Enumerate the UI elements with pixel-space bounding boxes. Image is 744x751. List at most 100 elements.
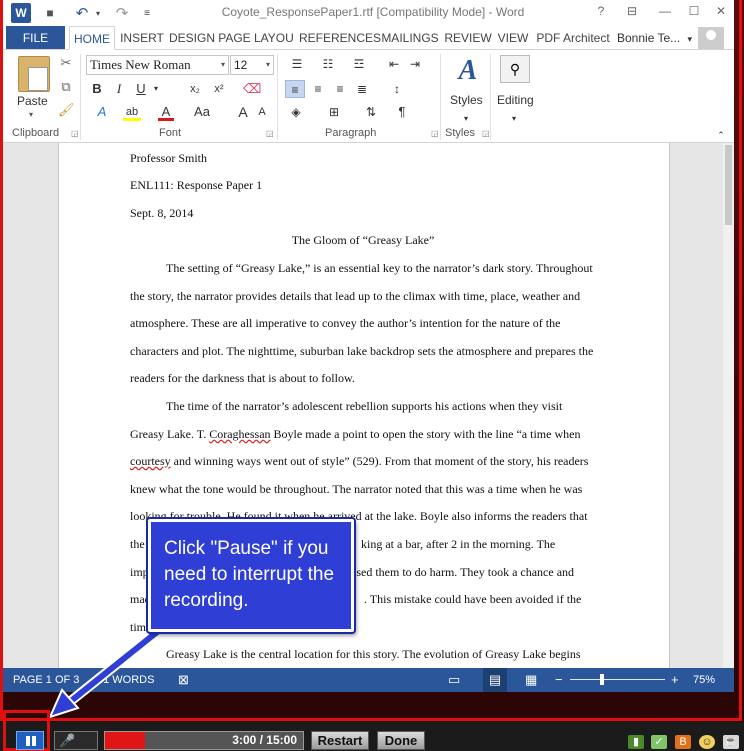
increase-indent-icon[interactable]: ⇥ — [407, 55, 423, 73]
line-spacing-icon[interactable]: ↕ — [386, 80, 408, 98]
font-size-value: 12 — [234, 58, 248, 72]
microphone-icon: 🎤 — [59, 733, 76, 748]
read-mode-icon[interactable]: ▭ — [448, 668, 460, 692]
font-size-combo[interactable]: 12 ▾ — [230, 55, 274, 75]
collapse-ribbon-icon[interactable]: ⌃ — [715, 126, 727, 144]
avatar[interactable] — [698, 27, 724, 49]
print-layout-icon[interactable]: ▤ — [483, 668, 507, 692]
styles-icon[interactable]: A — [453, 56, 483, 86]
tab-insert[interactable]: INSERT — [118, 26, 166, 50]
tray-app-icon[interactable]: ▮ — [628, 735, 644, 749]
underline-dropdown-icon[interactable]: ▾ — [151, 80, 161, 98]
copy-icon[interactable]: ⧉ — [58, 79, 74, 95]
superscript-button[interactable]: x² — [209, 80, 229, 98]
doc-line: Greasy Lake. T. Coraghessan Boyle made a… — [130, 427, 580, 442]
bullets-icon[interactable]: ☰ — [286, 55, 308, 73]
doc-line: tim — [130, 620, 147, 634]
multilevel-list-icon[interactable]: ☲ — [348, 55, 370, 73]
customize-qat-icon[interactable]: ≡ — [141, 3, 153, 23]
misspelled-word[interactable]: courtesy — [130, 454, 171, 468]
clipboard-launcher-icon[interactable]: ◲ — [71, 129, 79, 138]
scrollbar-thumb[interactable] — [725, 145, 732, 225]
paragraph-launcher-icon[interactable]: ◲ — [431, 129, 439, 138]
word-count[interactable]: 41 WORDS — [97, 668, 154, 692]
font-launcher-icon[interactable]: ◲ — [266, 129, 274, 138]
recording-time: 3:00 / 15:00 — [232, 733, 297, 747]
misspelled-word[interactable]: Coraghessan — [209, 427, 270, 441]
show-formatting-button[interactable]: ¶ — [394, 103, 410, 121]
vertical-scrollbar[interactable] — [723, 143, 734, 668]
done-button[interactable]: Done — [377, 731, 425, 750]
minimize-button[interactable]: — — [654, 4, 676, 22]
zoom-out-button[interactable]: − — [555, 668, 563, 692]
tab-home[interactable]: HOME — [69, 26, 115, 50]
editing-button[interactable]: Editing — [497, 93, 534, 107]
zoom-in-button[interactable]: + — [671, 668, 679, 692]
zoom-slider[interactable] — [570, 679, 665, 680]
italic-button[interactable]: I — [112, 80, 126, 98]
proofing-icon[interactable]: ⊠ — [178, 668, 189, 692]
styles-launcher-icon[interactable]: ◲ — [482, 129, 490, 138]
justify-icon[interactable]: ≣ — [352, 80, 372, 98]
numbering-icon[interactable]: ☷ — [317, 55, 339, 73]
tab-page-layout[interactable]: PAGE LAYOU — [217, 26, 295, 50]
zoom-slider-thumb[interactable] — [600, 674, 605, 685]
close-button[interactable]: ✕ — [710, 4, 732, 22]
page-count[interactable]: PAGE 1 OF 3 — [13, 668, 79, 692]
editing-dropdown-icon[interactable]: ▾ — [509, 110, 519, 128]
web-layout-icon[interactable]: ▦ — [525, 668, 537, 692]
format-painter-icon[interactable]: 🖌 — [58, 102, 75, 118]
tab-design[interactable]: DESIGN — [168, 26, 216, 50]
styles-dropdown-icon[interactable]: ▾ — [461, 110, 471, 128]
shrink-font-button[interactable]: A — [255, 103, 269, 121]
save-icon[interactable]: ■ — [41, 3, 59, 23]
align-center-icon[interactable]: ≡ — [308, 80, 328, 98]
tab-mailings[interactable]: MAILINGS — [379, 26, 441, 50]
decrease-indent-icon[interactable]: ⇤ — [386, 55, 402, 73]
clear-formatting-icon[interactable]: ⌫ — [243, 80, 261, 98]
user-account[interactable]: Bonnie Te... ▾ — [617, 26, 692, 50]
cut-icon[interactable]: ✂ — [58, 55, 74, 71]
tab-view[interactable]: VIEW — [495, 26, 531, 50]
undo-dropdown-icon[interactable]: ▾ — [93, 3, 103, 23]
underline-button[interactable]: U — [133, 80, 149, 98]
text-effects-button[interactable]: A — [93, 103, 111, 121]
sort-icon[interactable]: ⇅ — [360, 103, 382, 121]
align-left-icon[interactable]: ≡ — [285, 80, 305, 98]
pause-button[interactable] — [16, 731, 44, 750]
help-button[interactable]: ? — [590, 4, 612, 22]
bold-button[interactable]: B — [89, 80, 105, 98]
paste-button[interactable]: Paste — [17, 94, 48, 108]
tray-network-icon[interactable]: ✓ — [651, 735, 667, 749]
styles-button[interactable]: Styles — [450, 93, 483, 107]
restart-button[interactable]: Restart — [311, 731, 369, 750]
redo-icon[interactable]: ↷ — [113, 3, 131, 23]
ribbon-display-button[interactable]: ⊟ — [621, 4, 643, 22]
change-case-button[interactable]: Aa — [191, 103, 213, 121]
font-name-combo[interactable]: Times New Roman ▾ — [86, 55, 229, 75]
tab-pdf-architect[interactable]: PDF Architect — [533, 26, 613, 50]
paste-icon[interactable] — [18, 56, 50, 92]
subscript-button[interactable]: x₂ — [185, 80, 205, 98]
tray-smiley-icon[interactable]: ☺ — [699, 735, 715, 749]
tray-b-icon[interactable]: B — [675, 735, 691, 749]
undo-icon[interactable]: ↶ — [73, 3, 91, 23]
doc-line: knew what the tone would be throughout. … — [130, 482, 583, 496]
font-color-button[interactable]: A — [158, 103, 174, 121]
zoom-level[interactable]: 75% — [693, 668, 715, 692]
shading-icon[interactable]: ◈ — [285, 103, 307, 121]
tab-references[interactable]: REFERENCES — [299, 26, 381, 50]
borders-icon[interactable]: ⊞ — [323, 103, 345, 121]
binoculars-icon[interactable]: ⚲ — [500, 55, 530, 83]
tray-java-icon[interactable]: ☕ — [723, 735, 739, 749]
tab-review[interactable]: REVIEW — [443, 26, 493, 50]
maximize-button[interactable]: ☐ — [683, 4, 705, 22]
paste-dropdown-icon[interactable]: ▾ — [29, 110, 33, 119]
align-right-icon[interactable]: ≡ — [330, 80, 350, 98]
tab-file[interactable]: FILE — [6, 26, 65, 50]
word-logo-icon[interactable]: W — [11, 3, 31, 23]
callout-text: Click "Pause" if you need to interrupt t… — [164, 538, 335, 611]
highlight-button[interactable]: ab — [123, 103, 141, 121]
microphone-button[interactable]: 🎤 — [54, 731, 98, 750]
grow-font-button[interactable]: A — [236, 103, 250, 121]
